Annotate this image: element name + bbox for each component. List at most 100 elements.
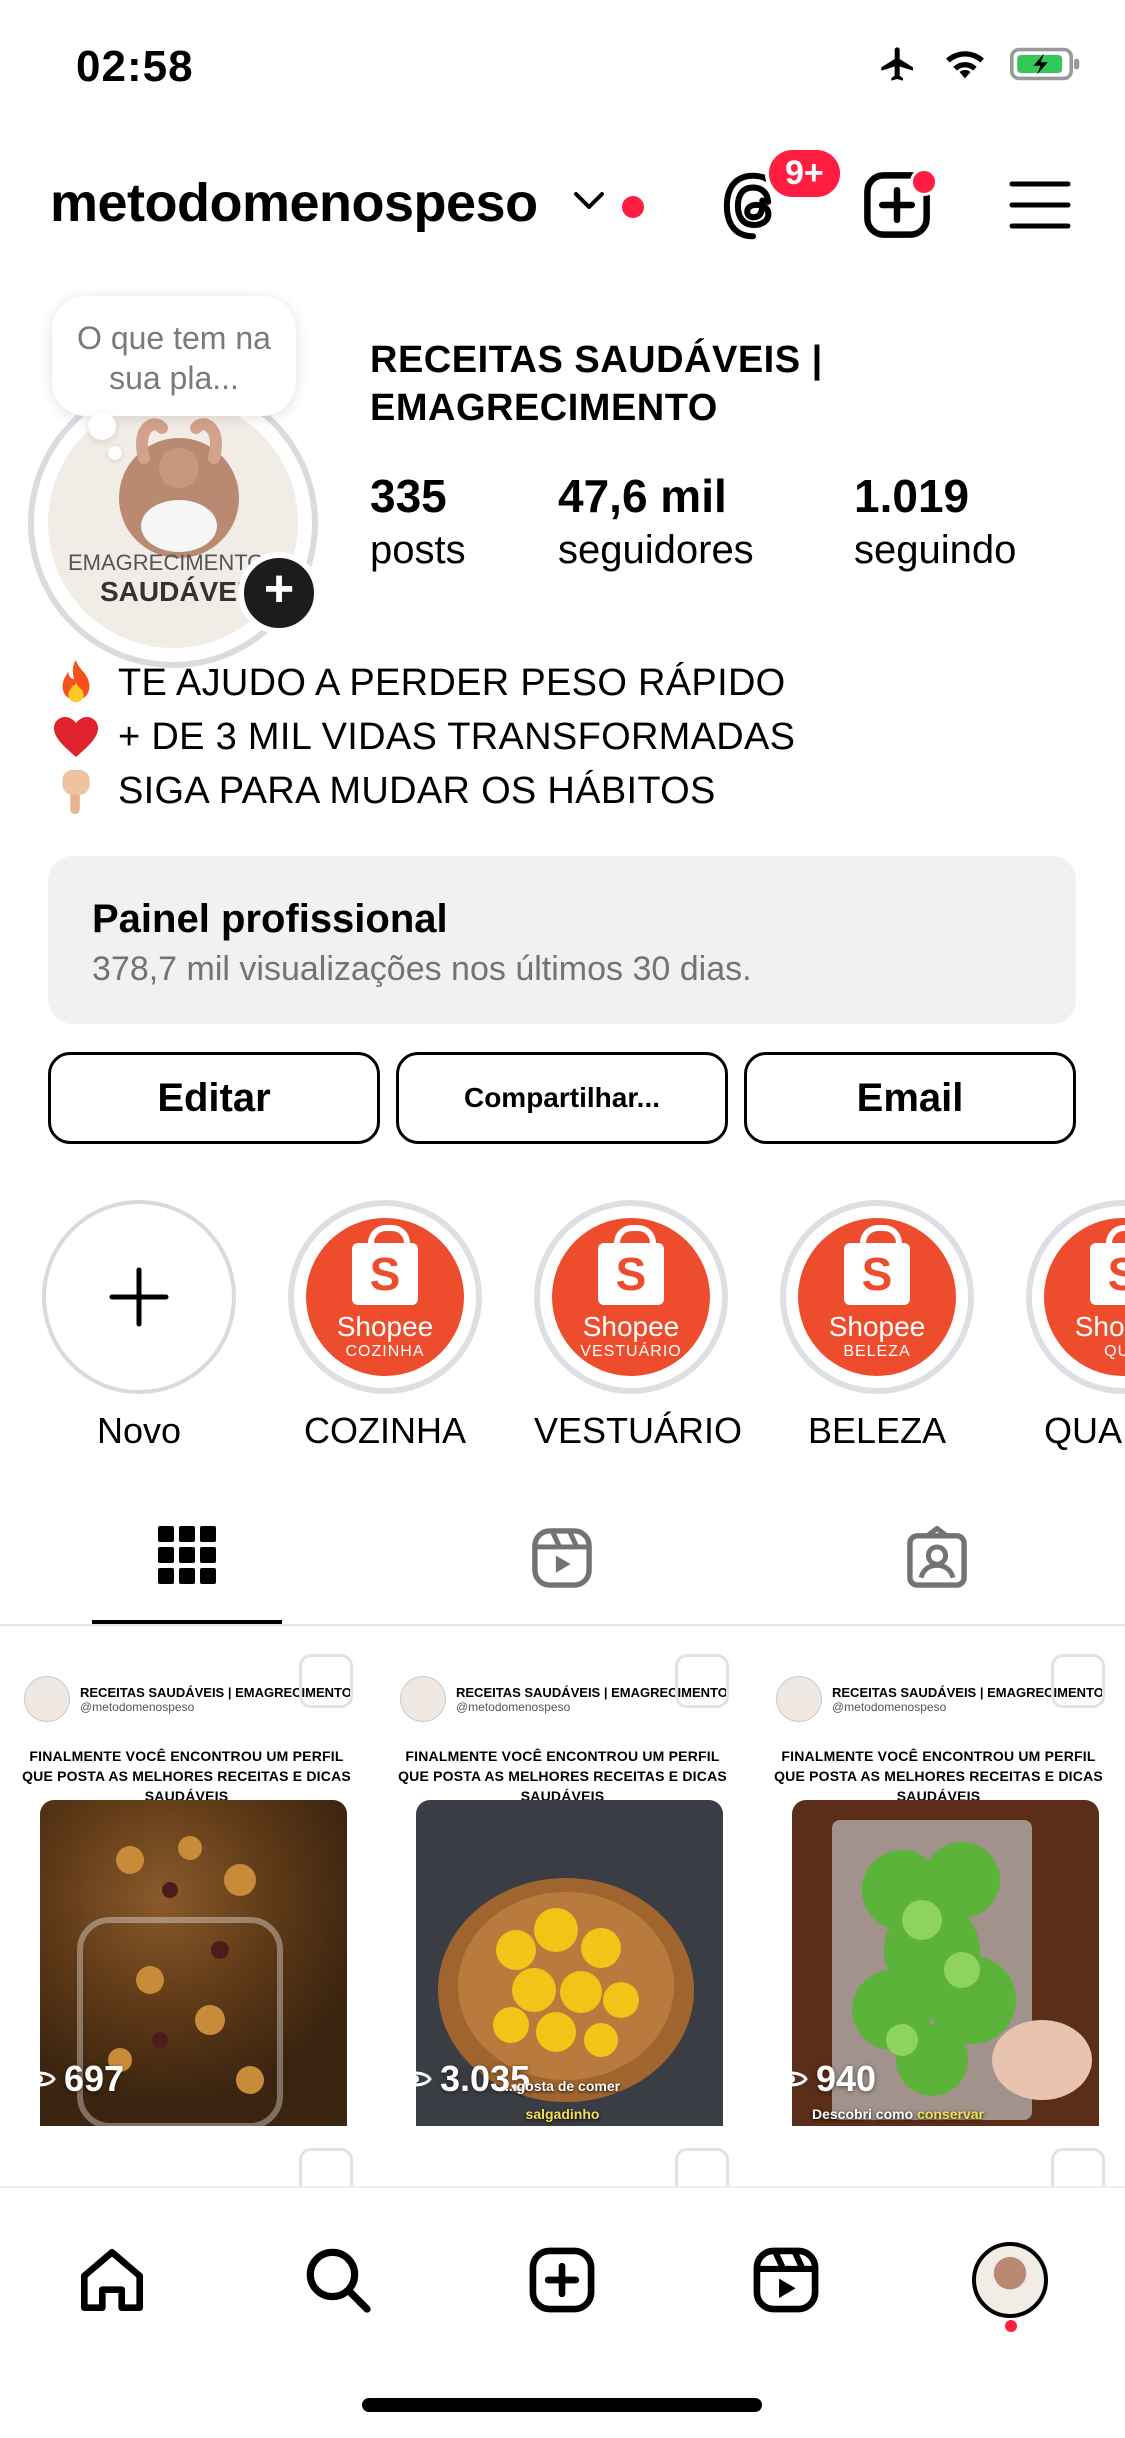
stat-posts-label: posts (370, 528, 466, 572)
grid-post-peek[interactable] (752, 2148, 1125, 2202)
highlight-clip: S Shopee QUA QUA (1026, 1200, 1125, 1460)
eye-icon (22, 2071, 56, 2087)
menu-icon[interactable] (1008, 178, 1072, 232)
grid-post[interactable]: RECEITAS SAUDÁVEIS | EMAGRECIMENTO @metod… (0, 1628, 373, 2128)
status-icons (875, 44, 1083, 84)
display-name: RECEITAS SAUDÁVEIS | EMAGRECIMENTO (370, 339, 823, 429)
profile-avatar-icon (972, 2242, 1048, 2318)
highlight-new[interactable]: Novo (42, 1200, 236, 1452)
reel-badge-icon (299, 1654, 353, 1708)
post-caption: ...gosta de comer (376, 2078, 749, 2094)
avatar-text-top: EMAGRECIMENTO (68, 550, 265, 575)
highlight-label: Novo (96, 1410, 182, 1451)
stat-following[interactable]: 1.019 seguindo (854, 468, 1016, 576)
highlight-beleza[interactable]: S Shopee BELEZA BELEZA (780, 1200, 974, 1452)
highlight-label: BELEZA (807, 1410, 947, 1451)
tab-divider (0, 1624, 1125, 1626)
post-caption-highlight-text: salgadinho (525, 2106, 600, 2122)
bio-text-1: TE AJUDO A PERDER PESO RÁPIDO (118, 662, 786, 704)
professional-dashboard[interactable]: Painel profissional 378,7 mil visualizaç… (48, 856, 1076, 1024)
post-views: 940 (774, 2058, 876, 2100)
shopee-bag-icon: S (352, 1225, 418, 1305)
heart-emoji-icon (50, 711, 102, 763)
fire-emoji-icon (50, 657, 102, 709)
dashboard-subtitle: 378,7 mil visualizações nos últimos 30 d… (92, 950, 752, 988)
bio-line: TE AJUDO A PERDER PESO RÁPIDO (50, 656, 795, 710)
edit-profile-button[interactable]: Editar (48, 1052, 380, 1144)
plus-icon (109, 1267, 169, 1327)
add-story-button[interactable]: + (238, 552, 320, 634)
bio-text-2: + DE 3 MIL VIDAS TRANSFORMADAS (118, 716, 796, 758)
highlight-label: VESTUÁRIO (534, 1410, 743, 1451)
search-icon (306, 2248, 371, 2313)
email-button[interactable]: Email (744, 1052, 1076, 1144)
shopee-bag-icon: S (598, 1225, 664, 1305)
highlight-brand: Shopee (828, 1311, 926, 1342)
nav-create[interactable] (522, 2240, 602, 2320)
highlight-sub: COZINHA (345, 1343, 425, 1360)
account-notification-dot (622, 196, 644, 218)
highlight-sub: VESTUÁRIO (580, 1343, 682, 1360)
pointing-down-emoji-icon (50, 765, 102, 817)
highlight-brand: Shopee (336, 1311, 434, 1342)
highlight-cozinha[interactable]: S Shopee COZINHA COZINHA (288, 1200, 482, 1452)
create-icon (529, 2247, 595, 2313)
highlight-label: QUA (1044, 1410, 1123, 1451)
nav-reels[interactable] (746, 2240, 826, 2320)
post-caption-text: ...gosta de comer (504, 2078, 621, 2094)
profile-notification-dot (1005, 2320, 1017, 2332)
username-title[interactable]: metodomenospeso (50, 172, 538, 234)
highlight-vestuario[interactable]: S Shopee VESTUÁRIO VESTUÁRIO (534, 1200, 743, 1452)
note-text: O que tem na sua pla... (77, 320, 271, 396)
share-profile-button[interactable]: Compartilhar... (396, 1052, 728, 1144)
post-views-count: 940 (816, 2058, 877, 2099)
threads-badge: 9+ (765, 146, 844, 201)
grid-post-peek[interactable] (0, 2148, 373, 2202)
eye-icon (774, 2071, 808, 2087)
post-avatar (24, 1676, 70, 1722)
grid-post-peek[interactable] (376, 2148, 749, 2202)
highlight-partial[interactable]: S Shopee QUA QUA (1026, 1200, 1125, 1452)
shopee-bag-icon: S (844, 1225, 910, 1305)
stat-followers[interactable]: 47,6 mil seguidores (558, 468, 754, 576)
reels-icon (753, 2247, 819, 2313)
grid-post[interactable]: RECEITAS SAUDÁVEIS | EMAGRECIMENTO @metod… (752, 1628, 1125, 2128)
highlight-brand: Shopee (1074, 1311, 1125, 1342)
highlight-sub: BELEZA (843, 1343, 911, 1360)
chevron-down-icon[interactable] (572, 190, 606, 212)
tagged-tab-icon[interactable] (904, 1526, 970, 1590)
stat-posts[interactable]: 335 posts (370, 468, 466, 576)
bio-text-3: SIGA PARA MUDAR OS HÁBITOS (118, 770, 716, 812)
reels-tab-icon[interactable] (530, 1526, 594, 1590)
grid-post[interactable]: RECEITAS SAUDÁVEIS | EMAGRECIMENTO @metod… (376, 1628, 749, 2128)
highlight-sub: QUA (1104, 1343, 1125, 1360)
bio-line: SIGA PARA MUDAR OS HÁBITOS (50, 764, 795, 818)
nav-search[interactable] (298, 2240, 378, 2320)
nav-home[interactable] (72, 2240, 152, 2320)
status-time: 02:58 (76, 42, 194, 91)
airplane-icon (881, 47, 913, 81)
bio-line: + DE 3 MIL VIDAS TRANSFORMADAS (50, 710, 795, 764)
stat-following-label: seguindo (854, 528, 1017, 572)
reel-badge-icon (1051, 1654, 1105, 1708)
stat-followers-value: 47,6 mil (558, 470, 727, 522)
post-caption-highlight: salgadinho (376, 2106, 749, 2122)
post-views-count: 697 (64, 2058, 125, 2099)
highlight-brand: Shopee (582, 1311, 680, 1342)
post-avatar (776, 1676, 822, 1722)
stat-followers-label: seguidores (558, 528, 754, 572)
grid-tab-icon[interactable] (158, 1526, 216, 1584)
note-bubble[interactable]: O que tem na sua pla... (52, 296, 296, 416)
note-bubble-tail (88, 412, 116, 440)
wifi-icon (946, 51, 984, 79)
highlight-label: COZINHA (304, 1410, 466, 1451)
post-headline: FINALMENTE VOCÊ ENCONTROU UM PERFIL QUE … (774, 1748, 1103, 1804)
stat-following-value: 1.019 (854, 470, 970, 522)
post-avatar (400, 1676, 446, 1722)
nav-profile[interactable] (970, 2240, 1050, 2320)
shopee-bag-icon: S (1090, 1225, 1125, 1305)
battery-icon (1010, 47, 1080, 81)
post-views: 697 (22, 2058, 124, 2100)
post-headline: FINALMENTE VOCÊ ENCONTROU UM PERFIL QUE … (398, 1748, 727, 1804)
home-indicator (362, 2398, 762, 2412)
